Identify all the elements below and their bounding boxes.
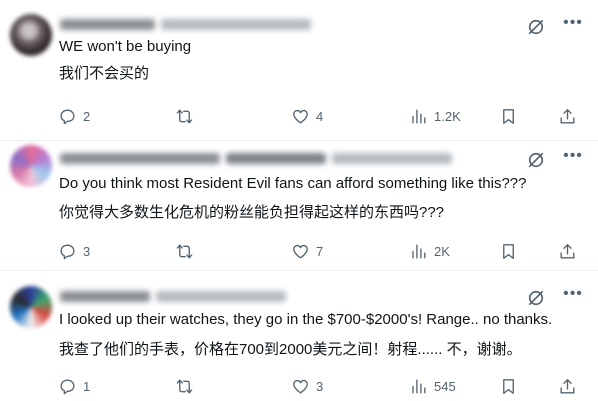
reply-icon bbox=[60, 243, 75, 259]
bookmark-icon bbox=[503, 378, 514, 394]
heart-icon bbox=[293, 244, 308, 259]
avatar[interactable] bbox=[10, 286, 52, 328]
reply-count: 2 bbox=[83, 108, 91, 124]
like-button[interactable]: 7 bbox=[291, 241, 323, 261]
reply-icon bbox=[60, 108, 75, 124]
reply-button[interactable]: 2 bbox=[58, 106, 90, 126]
tweet[interactable]: ••• Do you think most Resident Evil fans… bbox=[0, 140, 598, 270]
tweet-text-zh: 我查了他们的手表，价格在700到2000美元之间！射程...... 不，谢谢。 bbox=[59, 341, 522, 358]
reply-count: 3 bbox=[83, 243, 91, 259]
reply-button[interactable]: 3 bbox=[58, 241, 90, 261]
avatar[interactable] bbox=[10, 145, 52, 187]
views-button[interactable]: 545 bbox=[409, 376, 456, 396]
tweet-header-blurred bbox=[60, 150, 548, 166]
views-button[interactable]: 2K bbox=[409, 241, 450, 261]
views-icon bbox=[412, 108, 426, 124]
views-count: 1.2K bbox=[434, 108, 461, 124]
bookmark-button[interactable] bbox=[499, 241, 518, 261]
retweet-icon bbox=[176, 243, 193, 259]
like-button[interactable]: 3 bbox=[291, 376, 323, 396]
reply-button[interactable]: 1 bbox=[58, 376, 90, 396]
retweet-button[interactable] bbox=[175, 376, 194, 396]
views-count: 545 bbox=[434, 378, 456, 394]
grok-icon[interactable] bbox=[526, 17, 546, 37]
action-bar: 1 3 545 bbox=[58, 376, 588, 396]
bookmark-icon bbox=[503, 243, 514, 259]
share-button[interactable] bbox=[558, 376, 577, 396]
bookmark-button[interactable] bbox=[499, 106, 518, 126]
tweet-header-blurred bbox=[60, 288, 548, 304]
grok-icon[interactable] bbox=[526, 150, 546, 170]
tweet-text-en: I looked up their watches, they go in th… bbox=[59, 311, 553, 328]
grok-icon[interactable] bbox=[526, 288, 546, 308]
retweet-icon bbox=[176, 108, 193, 124]
share-button[interactable] bbox=[558, 241, 577, 261]
share-icon bbox=[560, 243, 575, 259]
heart-icon bbox=[293, 109, 308, 124]
bookmark-icon bbox=[503, 108, 514, 124]
views-count: 2K bbox=[434, 243, 450, 259]
like-button[interactable]: 4 bbox=[291, 106, 323, 126]
tweet[interactable]: ••• WE won't be buying 我们不会买的 2 4 1.2K bbox=[0, 0, 598, 140]
share-button[interactable] bbox=[558, 106, 577, 126]
share-icon bbox=[560, 108, 575, 124]
tweet[interactable]: ••• I looked up their watches, they go i… bbox=[0, 270, 598, 401]
tweet-text-zh: 我们不会买的 bbox=[59, 65, 150, 82]
retweet-icon bbox=[176, 378, 193, 394]
heart-icon bbox=[293, 379, 308, 394]
share-icon bbox=[560, 378, 575, 394]
more-icon[interactable]: ••• bbox=[562, 15, 584, 37]
action-bar: 2 4 1.2K bbox=[58, 106, 588, 126]
avatar[interactable] bbox=[10, 14, 52, 56]
like-count: 7 bbox=[316, 243, 324, 259]
more-icon[interactable]: ••• bbox=[562, 286, 584, 308]
more-icon[interactable]: ••• bbox=[562, 148, 584, 170]
like-count: 3 bbox=[316, 378, 324, 394]
reply-count: 1 bbox=[83, 378, 91, 394]
like-count: 4 bbox=[316, 108, 324, 124]
tweet-header-blurred bbox=[60, 16, 548, 32]
bookmark-button[interactable] bbox=[499, 376, 518, 396]
views-icon bbox=[412, 378, 426, 394]
tweet-text-zh: 你觉得大多数生化危机的粉丝能负担得起这样的东西吗??? bbox=[59, 204, 445, 221]
action-bar: 3 7 2K bbox=[58, 241, 588, 261]
reply-icon bbox=[60, 378, 75, 394]
views-button[interactable]: 1.2K bbox=[409, 106, 461, 126]
retweet-button[interactable] bbox=[175, 106, 194, 126]
tweet-text-en: WE won't be buying bbox=[59, 38, 192, 55]
retweet-button[interactable] bbox=[175, 241, 194, 261]
views-icon bbox=[412, 243, 426, 259]
tweet-text-en: Do you think most Resident Evil fans can… bbox=[59, 175, 527, 192]
